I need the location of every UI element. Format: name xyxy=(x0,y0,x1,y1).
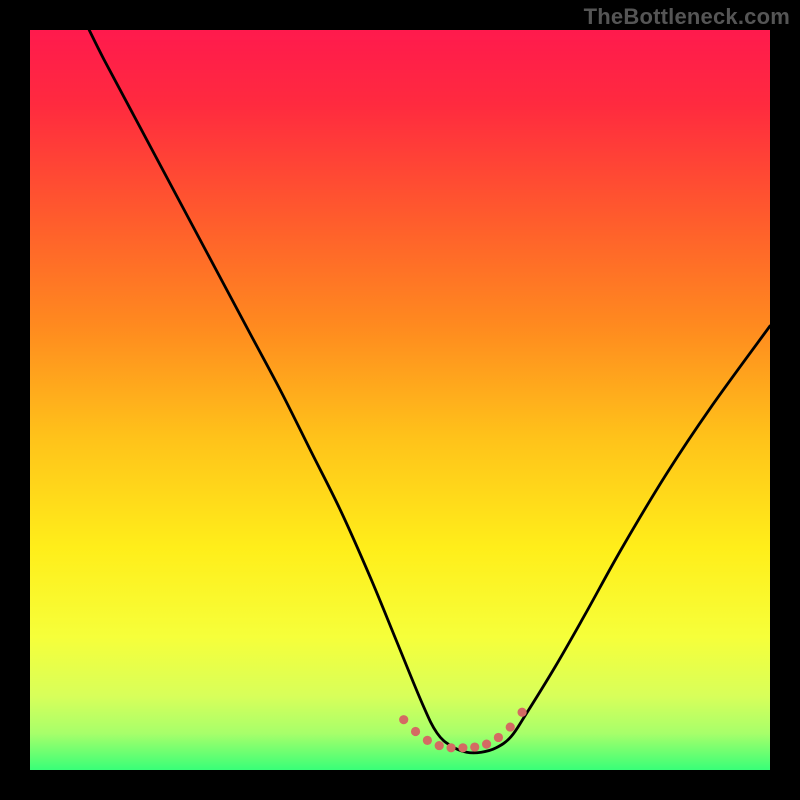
chart-stage: TheBottleneck.com xyxy=(0,0,800,800)
marker-dot xyxy=(411,727,420,736)
chart-background xyxy=(30,30,770,770)
marker-dot xyxy=(399,715,408,724)
marker-dot xyxy=(423,736,432,745)
marker-dot xyxy=(518,708,527,717)
marker-dot xyxy=(482,740,491,749)
marker-dot xyxy=(458,743,467,752)
plot-area xyxy=(30,30,770,770)
marker-dot xyxy=(446,743,455,752)
marker-dot xyxy=(494,733,503,742)
watermark-text: TheBottleneck.com xyxy=(584,4,790,30)
marker-dot xyxy=(435,741,444,750)
marker-dot xyxy=(506,722,515,731)
plot-svg xyxy=(30,30,770,770)
marker-dot xyxy=(470,742,479,751)
